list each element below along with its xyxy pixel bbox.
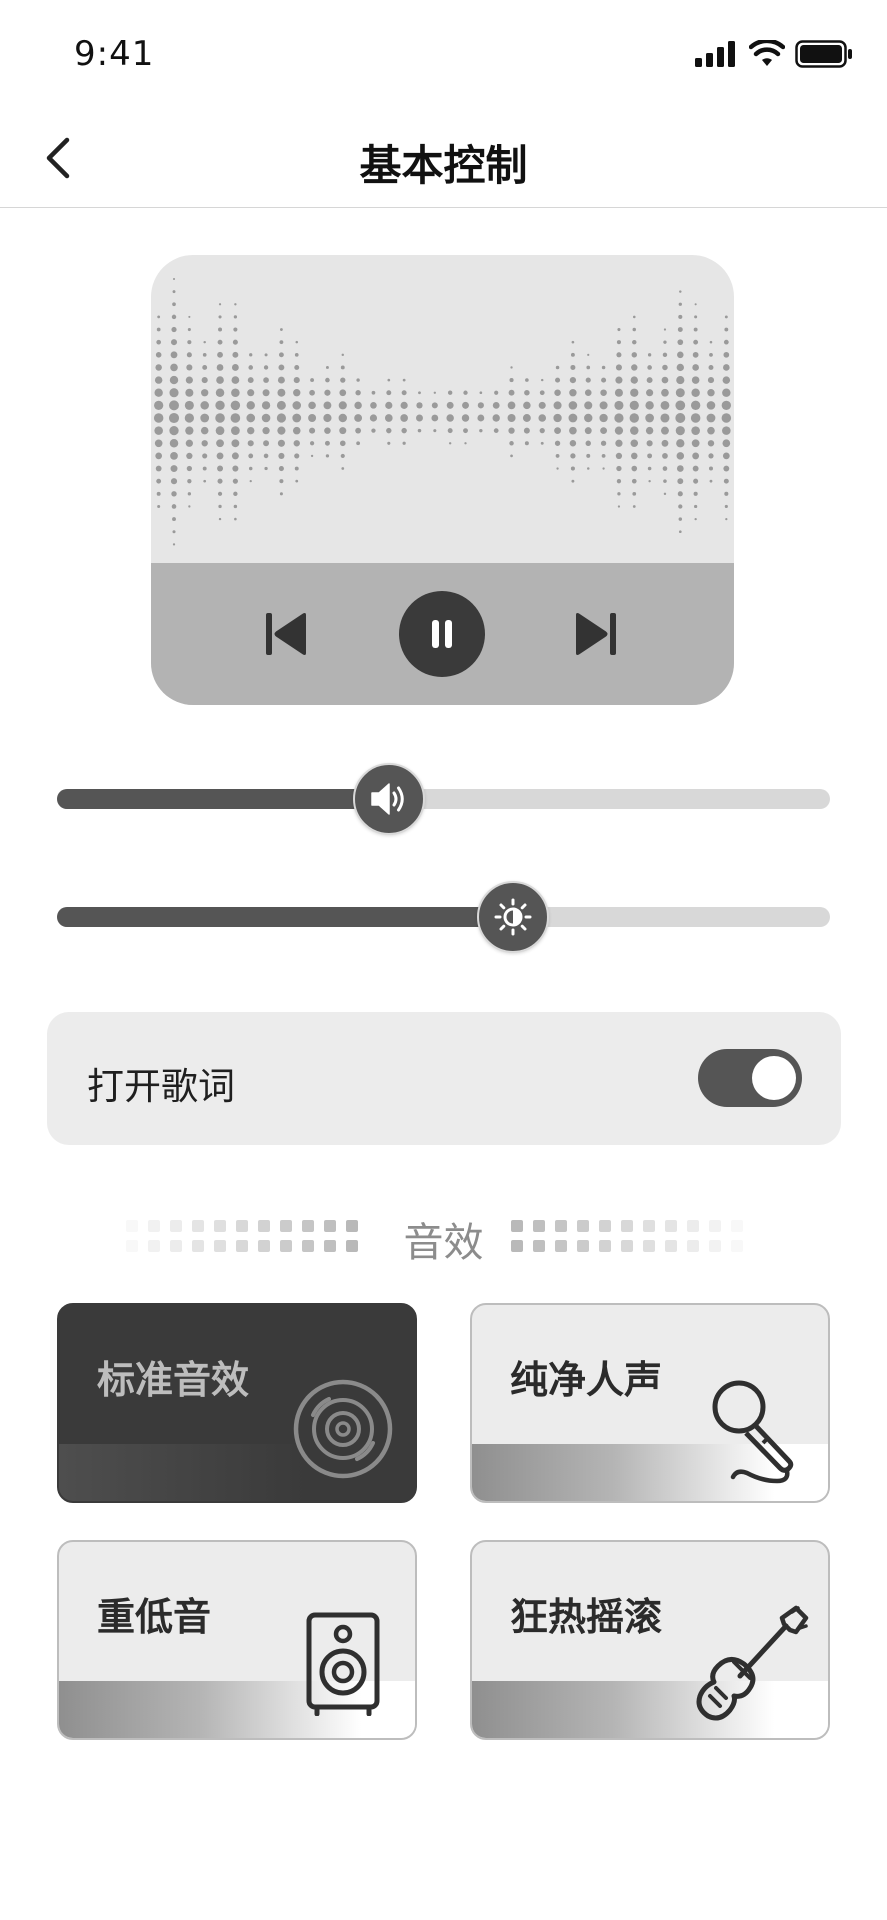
lyrics-setting-row: 打开歌词 — [47, 1012, 841, 1145]
effect-card-vocal[interactable]: 纯净人声 — [470, 1303, 830, 1503]
effect-card-label: 纯净人声 — [510, 1358, 663, 1402]
status-bar: 9:41 — [0, 0, 887, 110]
brightness-slider[interactable] — [57, 881, 830, 953]
status-icons — [695, 40, 853, 68]
skip-previous-icon — [266, 613, 306, 655]
waveform-visualizer — [153, 277, 732, 546]
speaker-icon — [306, 1612, 380, 1716]
volume-speaker-icon — [371, 783, 405, 815]
lyrics-toggle[interactable] — [698, 1049, 802, 1107]
volume-slider-fill — [57, 789, 390, 809]
player-card — [151, 255, 734, 705]
page-title: 基本控制 — [359, 141, 528, 190]
cellular-signal-icon — [695, 41, 735, 67]
previous-track-button[interactable] — [261, 609, 311, 659]
volume-slider[interactable] — [57, 763, 830, 835]
effect-card-label: 狂热摇滚 — [510, 1595, 663, 1639]
brightness-slider-fill — [57, 907, 514, 927]
brightness-slider-thumb[interactable] — [477, 881, 550, 953]
battery-icon — [795, 40, 852, 68]
lyrics-toggle-knob — [752, 1056, 796, 1100]
effect-card-label: 标准音效 — [97, 1358, 250, 1402]
effect-card-standard[interactable]: 标准音效 — [57, 1303, 417, 1503]
pause-button[interactable] — [399, 591, 485, 677]
player-controls — [151, 563, 734, 705]
next-track-button[interactable] — [571, 609, 621, 659]
nav-bar: 基本控制 — [0, 110, 887, 208]
sound-effects-header: 音效 — [0, 1200, 887, 1270]
guitar-icon — [696, 1605, 809, 1721]
decorative-dots-right — [511, 1220, 743, 1252]
effect-card-label: 重低音 — [97, 1595, 212, 1639]
lyrics-label: 打开歌词 — [87, 1065, 235, 1108]
volume-slider-thumb[interactable] — [353, 763, 426, 835]
brightness-icon — [494, 898, 532, 936]
effect-card-bass[interactable]: 重低音 — [57, 1540, 417, 1740]
wifi-icon — [749, 40, 785, 66]
pause-icon — [432, 620, 452, 648]
microphone-icon — [712, 1380, 794, 1484]
effect-card-rock[interactable]: 狂热摇滚 — [470, 1540, 830, 1740]
vinyl-disc-icon — [293, 1379, 393, 1479]
skip-next-icon — [576, 613, 616, 655]
status-time: 9:41 — [74, 34, 155, 74]
